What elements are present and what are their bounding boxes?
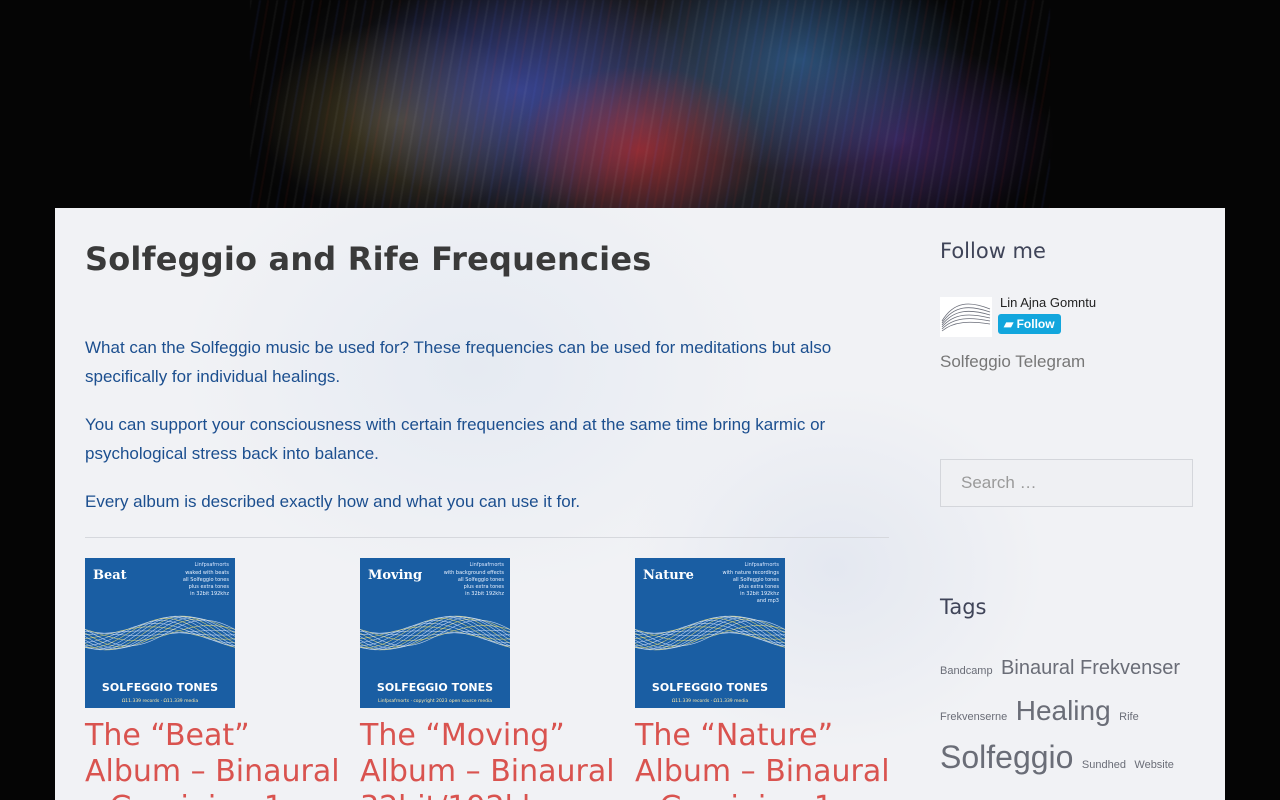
cover-brand: Linfpsafrnorts (744, 562, 779, 568)
tag-link[interactable]: Sundhed (1082, 759, 1126, 771)
intro-text: What can the Solfeggio music be used for… (85, 333, 889, 535)
search-input[interactable] (940, 459, 1193, 507)
bandcamp-icon: ▰ (1004, 317, 1014, 331)
album-card-nature: Nature Linfpsafrnorts with nature record… (635, 558, 897, 800)
cover-description: with background effects all Solfeggio to… (443, 570, 504, 597)
cover-brand: Linfpsafrnorts (194, 562, 229, 568)
album-title-link[interactable]: The “Nature” Album – Binaural – Gemini .… (635, 718, 897, 800)
cover-footer: Ω11.339 records · Ω11.339 media (671, 699, 749, 704)
tag-link[interactable]: Solfeggio (940, 739, 1073, 775)
tag-link[interactable]: Frekvenserne (940, 711, 1007, 723)
cover-footer: Linfpsafrnorts · copyright 2023 open sou… (377, 699, 493, 704)
follow-button[interactable]: ▰ Follow (998, 314, 1061, 334)
profile-logo-icon (940, 297, 992, 337)
tag-cloud: Bandcamp Binaural Frekvenser Frekvensern… (940, 648, 1195, 785)
album-title-link[interactable]: The “Moving” Album – Binaural 32bit/192k… (360, 718, 622, 800)
profile-name: Lin Ajna Gomntu (1000, 295, 1097, 310)
tag-link[interactable]: Rife (1119, 711, 1139, 723)
album-cover-beat[interactable]: Beat Linfpsafrnorts waked with beats all… (85, 558, 235, 708)
follow-widget: Lin Ajna Gomntu ▰ Follow (940, 294, 1200, 344)
tag-link[interactable]: Bandcamp (940, 665, 993, 677)
tag-link[interactable]: Website (1134, 759, 1174, 771)
telegram-link[interactable]: Solfeggio Telegram (940, 352, 1085, 372)
tag-link[interactable]: Healing (1016, 695, 1111, 726)
intro-paragraph-3: Every album is described exactly how and… (85, 492, 581, 511)
intro-paragraph-1: What can the Solfeggio music be used for… (85, 338, 832, 386)
tag-link[interactable]: Binaural Frekvenser (1001, 657, 1180, 679)
cover-description: with nature recordings all Solfeggio ton… (722, 570, 779, 604)
cover-brand: Linfpsafrnorts (469, 562, 504, 568)
album-title-link[interactable]: The “Beat” Album – Binaural – Gemini ...… (85, 718, 347, 800)
cover-label: SOLFEGGIO TONES (101, 681, 219, 694)
album-cover-moving[interactable]: Moving Linfpsafrnorts with background ef… (360, 558, 510, 708)
content-card: Solfeggio and Rife Frequencies What can … (55, 208, 1225, 800)
album-card-moving: Moving Linfpsafrnorts with background ef… (360, 558, 622, 800)
cover-footer: Ω11.339 records · Ω11.339 media (121, 699, 199, 704)
album-cover-nature[interactable]: Nature Linfpsafrnorts with nature record… (635, 558, 785, 708)
follow-button-label: Follow (1016, 317, 1055, 331)
cover-name: Nature (643, 568, 694, 583)
header-background-streaks (250, 0, 1050, 210)
intro-paragraph-2: You can support your consciousness with … (85, 415, 826, 463)
album-card-beat: Beat Linfpsafrnorts waked with beats all… (85, 558, 347, 800)
cover-name: Beat (93, 568, 127, 583)
cover-description: waked with beats all Solfeggio tones plu… (182, 570, 229, 597)
cover-name: Moving (368, 568, 423, 583)
tags-widget-title: Tags (940, 595, 987, 619)
page-title: Solfeggio and Rife Frequencies (85, 240, 652, 278)
follow-widget-title: Follow me (940, 239, 1046, 263)
cover-label: SOLFEGGIO TONES (376, 681, 494, 694)
content-divider (85, 537, 889, 538)
cover-label: SOLFEGGIO TONES (651, 681, 769, 694)
